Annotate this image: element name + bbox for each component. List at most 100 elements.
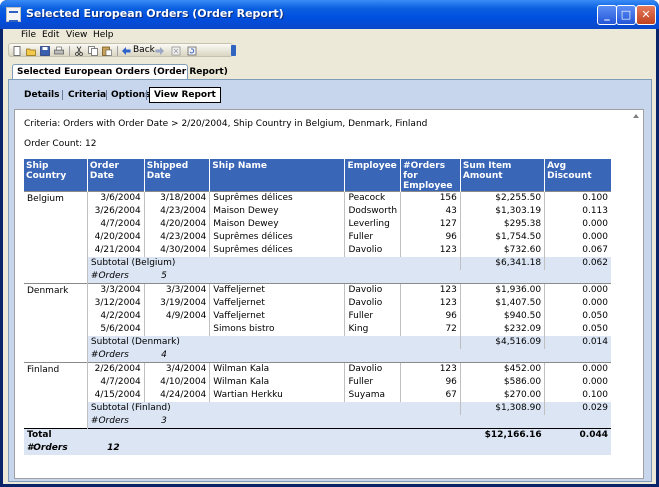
- subtab-separator: [62, 90, 63, 100]
- subtab-view-report[interactable]: View Report: [149, 87, 221, 103]
- toolbar-overflow-chevron-icon[interactable]: [231, 45, 236, 56]
- ship-name-cell: Simons bistro: [209, 323, 345, 336]
- minimize-button[interactable]: _: [597, 5, 617, 25]
- table-row: 4/15/2004 4/24/2004 Wartian Herkku Suyam…: [24, 389, 611, 402]
- employee-cell: Davolio: [344, 244, 401, 257]
- menu-help[interactable]: Help: [93, 29, 114, 42]
- avg-discount-cell: 0.050: [544, 323, 611, 336]
- title-bar[interactable]: Selected European Orders (Order Report) …: [0, 0, 659, 29]
- subtotal-row: Subtotal (Denmark) $4,516.09 0.014: [24, 336, 611, 349]
- cut-icon[interactable]: [74, 46, 84, 56]
- shipped-date-cell: [143, 323, 210, 336]
- ship-name-cell: Suprêmes délices: [209, 191, 345, 205]
- print-icon[interactable]: [54, 46, 64, 56]
- orders-for-employee-cell: 123: [400, 362, 461, 376]
- orders-table: Ship Country Order Date Shipped Date Shi…: [24, 159, 611, 455]
- orders-for-employee-cell: 43: [400, 205, 461, 218]
- forward-arrow-icon[interactable]: [155, 46, 165, 56]
- avg-discount-cell: 0.100: [544, 191, 611, 205]
- menu-file[interactable]: File: [21, 29, 36, 42]
- stop-icon[interactable]: [171, 46, 181, 56]
- subtotal-label: Subtotal (Denmark): [86, 336, 461, 349]
- subtotal-count-row: #Orders 4: [24, 349, 611, 363]
- report-order-count: Order Count: 12: [24, 139, 97, 149]
- avg-discount-cell: 0.100: [544, 389, 611, 402]
- open-folder-icon[interactable]: [26, 46, 36, 56]
- avg-discount-cell: 0.067: [544, 244, 611, 257]
- subtotal-discount: 0.014: [544, 336, 611, 349]
- column-header[interactable]: Sum Item Amount: [459, 159, 545, 192]
- maximize-button[interactable]: □: [616, 5, 636, 25]
- subtab-separator: [146, 90, 147, 100]
- document-tab[interactable]: Selected European Orders (Order Report): [12, 64, 228, 79]
- subtotal-amount: $4,516.09: [459, 336, 545, 349]
- column-header[interactable]: Ship Country: [24, 159, 88, 192]
- sum-item-amount-cell: $452.00: [459, 362, 545, 376]
- ship-name-cell: Vaffeljernet: [209, 283, 345, 297]
- column-header[interactable]: Order Date: [86, 159, 145, 192]
- shipped-date-cell: 4/23/2004: [143, 205, 210, 218]
- order-date-cell: 3/12/2004: [86, 297, 145, 310]
- employee-cell: King: [344, 323, 401, 336]
- subtotal-row: Subtotal (Finland) $1,308.90 0.029: [24, 402, 611, 415]
- orders-count: 12: [107, 443, 120, 453]
- orders-for-employee-cell: 67: [400, 389, 461, 402]
- sum-item-amount-cell: $940.50: [459, 310, 545, 323]
- paste-icon[interactable]: [102, 46, 112, 56]
- column-header[interactable]: Avg Discount: [544, 159, 611, 192]
- new-document-icon[interactable]: [12, 46, 22, 56]
- save-icon[interactable]: [40, 46, 50, 56]
- table-row: 4/7/2004 4/20/2004 Maison Dewey Leverlin…: [24, 218, 611, 231]
- sum-item-amount-cell: $1,303.19: [459, 205, 545, 218]
- menu-edit[interactable]: Edit: [42, 29, 59, 42]
- close-button[interactable]: ✕: [636, 5, 656, 25]
- order-date-cell: 5/6/2004: [86, 323, 145, 336]
- employee-cell: Davolio: [344, 283, 401, 297]
- order-date-cell: 4/7/2004: [86, 376, 145, 389]
- column-header[interactable]: Shipped Date: [143, 159, 210, 192]
- client-area: Selected European Orders (Order Report) …: [3, 57, 656, 484]
- subtotal-amount: $6,341.18: [459, 257, 545, 270]
- orders-label: #Orders: [27, 443, 68, 453]
- orders-for-employee-cell: 123: [400, 297, 461, 310]
- copy-icon[interactable]: [88, 46, 98, 56]
- column-header[interactable]: Employee: [344, 159, 401, 192]
- back-arrow-icon[interactable]: [121, 46, 131, 56]
- table-row: Denmark 3/3/2004 3/3/2004 Vaffeljernet D…: [24, 283, 611, 363]
- column-header[interactable]: #Orders for Employee: [400, 159, 461, 192]
- scroll-up-arrow-icon[interactable]: [633, 114, 639, 118]
- refresh-icon[interactable]: [187, 46, 197, 56]
- subtab-options[interactable]: Options: [111, 87, 150, 103]
- avg-discount-cell: 0.113: [544, 205, 611, 218]
- subtotal-row: Subtotal (Belgium) $6,341.18 0.062: [24, 257, 611, 270]
- back-button-label[interactable]: Back: [133, 44, 155, 57]
- shipped-date-cell: 4/9/2004: [143, 310, 210, 323]
- employee-cell: Fuller: [344, 231, 401, 244]
- table-row: 3/12/2004 3/19/2004 Vaffeljernet Davolio…: [24, 297, 611, 310]
- orders-count: 3: [161, 416, 167, 426]
- country-cell: Denmark: [24, 283, 88, 363]
- orders-label: #Orders: [90, 350, 129, 360]
- app-window: Selected European Orders (Order Report) …: [0, 0, 659, 487]
- shipped-date-cell: 4/23/2004: [143, 231, 210, 244]
- window-title: Selected European Orders (Order Report): [26, 7, 284, 20]
- orders-for-employee-cell: 123: [400, 283, 461, 297]
- subtab-details[interactable]: Details: [24, 87, 59, 103]
- subtab-criteria[interactable]: Criteria: [68, 87, 106, 103]
- column-header[interactable]: Ship Name: [209, 159, 345, 192]
- avg-discount-cell: 0.000: [544, 231, 611, 244]
- shipped-date-cell: 4/30/2004: [143, 244, 210, 257]
- total-label: Total: [24, 428, 461, 442]
- orders-for-employee-cell: 96: [400, 376, 461, 389]
- sum-item-amount-cell: $586.00: [459, 376, 545, 389]
- menu-view[interactable]: View: [66, 29, 87, 42]
- order-date-cell: 4/21/2004: [86, 244, 145, 257]
- total-amount: $12,166.16: [460, 428, 545, 442]
- sum-item-amount-cell: $1,407.50: [459, 297, 545, 310]
- subtotal-orders: #Orders 4: [86, 349, 611, 363]
- table-row: 4/2/2004 4/9/2004 Vaffeljernet Fuller 96…: [24, 310, 611, 323]
- employee-cell: Suyama: [344, 389, 401, 402]
- toolbar-separator: [69, 46, 70, 56]
- grand-total-count-row: #Orders 12: [24, 442, 611, 455]
- orders-label: #Orders: [90, 271, 129, 281]
